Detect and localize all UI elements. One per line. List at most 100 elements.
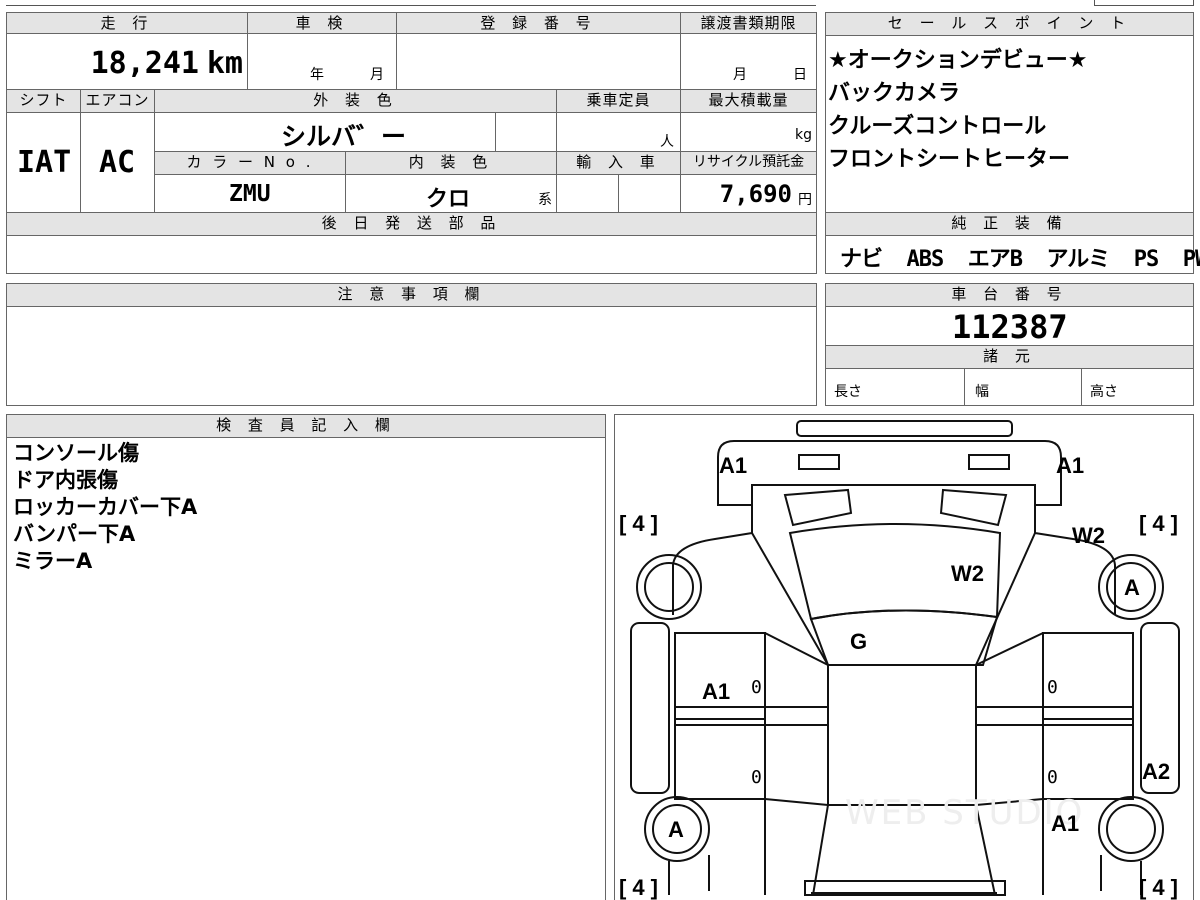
- roof-glass: [809, 609, 999, 666]
- mark-right-rocker: A2: [1142, 759, 1171, 784]
- maxload-header: 最大積載量: [680, 89, 817, 113]
- interior-value: クロ: [426, 187, 471, 212]
- mark-left-rear-wheel: A: [668, 817, 684, 842]
- inspector-item: ロッカーカバー下A: [13, 495, 198, 519]
- inspection-month: 月: [370, 67, 384, 83]
- watermark-text: WEB STUDIO: [845, 793, 1085, 833]
- recycle-unit: 円: [798, 192, 812, 208]
- mileage-unit: km: [206, 46, 243, 81]
- ac-cell: AC: [80, 112, 155, 213]
- import-cell-b: [618, 174, 681, 213]
- shift-value: IAT: [17, 145, 72, 180]
- width-cell: 幅: [964, 368, 1082, 406]
- maxload-unit: kg: [795, 127, 812, 143]
- mark-front-left-corner: A1: [719, 453, 748, 478]
- inspector-list: コンソール傷 ドア内張傷 ロッカーカバー下A バンパー下A ミラーA: [7, 438, 605, 575]
- tread-rear-right: [4]: [1139, 875, 1184, 900]
- inspector-item: ミラーA: [13, 549, 93, 573]
- mark-windshield: W2: [951, 561, 984, 586]
- interior-cell: クロ 系: [345, 174, 557, 213]
- chassis-value: 112387: [952, 308, 1068, 346]
- length-cell: 長さ: [825, 368, 965, 406]
- height-cell: 高さ: [1081, 368, 1194, 406]
- tread-front-left: [4]: [619, 511, 664, 536]
- hood-vent-right: [939, 488, 1008, 527]
- equipment-cell: ナビ ABS エアB アルミ PS PW: [825, 235, 1200, 274]
- width-label: 幅: [975, 384, 989, 400]
- sales-point-item: ★オークションデビュー★: [828, 48, 1088, 73]
- top-right-strip: [1094, 0, 1194, 6]
- equipment-value: ナビ ABS エアB アルミ PS PW: [840, 247, 1200, 272]
- door-zero-rf: 0: [1047, 677, 1058, 698]
- height-label: 高さ: [1090, 384, 1118, 400]
- inspector-header: 検 査 員 記 入 欄: [6, 414, 606, 438]
- later-parts-cell: [6, 235, 817, 274]
- mark-front-right-corner: A1: [1056, 453, 1085, 478]
- chassis-header: 車 台 番 号: [825, 283, 1194, 307]
- inspector-item: コンソール傷: [13, 441, 139, 465]
- top-strip: [6, 0, 816, 6]
- rear-right-wheel: [1098, 796, 1164, 862]
- registration-header: 登 録 番 号: [396, 12, 681, 34]
- mark-right-front-window: W2: [1072, 523, 1105, 548]
- tread-rear-right-value: 4: [1152, 875, 1171, 900]
- tread-front-left-value: 4: [632, 511, 651, 536]
- tread-front-right-value: 4: [1152, 511, 1171, 536]
- headlight-right: [968, 454, 1010, 470]
- notes-cell: [6, 306, 817, 406]
- maxload-cell: kg: [680, 112, 817, 152]
- registration-cell: [396, 33, 681, 90]
- tread-rear-left-value: 4: [632, 875, 651, 900]
- mark-right-rear-door: A1: [1051, 811, 1080, 836]
- ac-header: エアコン: [80, 89, 155, 113]
- recycle-value: 7,690: [719, 180, 792, 208]
- transfer-day: 日: [793, 67, 807, 83]
- transfer-cell: 月 日: [680, 33, 817, 90]
- mark-roof-glass: G: [850, 629, 868, 654]
- exterior-header: 外 装 色: [154, 89, 557, 113]
- length-label: 長さ: [834, 384, 862, 400]
- sales-points-header: セ ー ル ス ポ イ ン ト: [825, 12, 1194, 36]
- capacity-header: 乗車定員: [556, 89, 681, 113]
- inspection-cell: 年 月: [247, 33, 397, 90]
- tread-rear-left: [4]: [619, 875, 664, 900]
- shift-header: シフト: [6, 89, 81, 113]
- sales-points-cell: ★オークションデビュー★ バックカメラ クルーズコントロール フロントシートヒー…: [825, 35, 1194, 213]
- chassis-cell: 112387: [825, 306, 1194, 346]
- a-pillar-right: [975, 532, 1036, 666]
- exterior-extra-cell: [495, 112, 557, 152]
- transfer-deadline-header: 譲渡書類期限: [680, 12, 817, 34]
- interior-suffix: 系: [538, 192, 552, 208]
- sales-point-item: バックカメラ: [828, 81, 961, 106]
- tread-front-right: [4]: [1139, 511, 1184, 536]
- mileage-cell: 18,241 km: [6, 33, 248, 90]
- sales-point-item: フロントシートヒーター: [828, 147, 1071, 172]
- import-header: 輸 入 車: [556, 151, 681, 175]
- mark-left-front-door: A1: [702, 679, 731, 704]
- front-left-wheel: [636, 554, 702, 620]
- recycle-cell: 7,690 円: [680, 174, 817, 213]
- capacity-cell: 人: [556, 112, 681, 152]
- dimensions-header: 諸 元: [825, 345, 1194, 369]
- door-zero-lr: 0: [751, 767, 762, 788]
- sales-points-list: ★オークションデビュー★ バックカメラ クルーズコントロール フロントシートヒー…: [826, 36, 1193, 176]
- color-no-header: カ ラ ー N o .: [154, 151, 346, 175]
- transfer-month: 月: [733, 67, 747, 83]
- front-bumper-strip: [796, 420, 1013, 437]
- later-parts-header: 後 日 発 送 部 品: [6, 212, 817, 236]
- body-upper-outline: [672, 505, 1116, 615]
- vehicle-diagram-panel: WEB STUDIO A1 A1 W2 W2 G A1 A A A2 A1 0 …: [614, 414, 1194, 900]
- capacity-unit: 人: [660, 134, 674, 150]
- cabin-center: [827, 664, 977, 806]
- recycle-header: リサイクル預託金: [680, 151, 817, 175]
- equipment-header: 純 正 装 備: [825, 212, 1194, 236]
- import-cell-a: [556, 174, 619, 213]
- interior-header: 内 装 色: [345, 151, 557, 175]
- front-face: [717, 440, 1062, 506]
- door-zero-rr: 0: [1047, 767, 1058, 788]
- left-rocker: [630, 622, 670, 794]
- notes-header: 注 意 事 項 欄: [6, 283, 817, 307]
- shift-cell: IAT: [6, 112, 81, 213]
- mileage-header: 走 行: [6, 12, 248, 34]
- exterior-cell: シルバ゛ー: [154, 112, 496, 152]
